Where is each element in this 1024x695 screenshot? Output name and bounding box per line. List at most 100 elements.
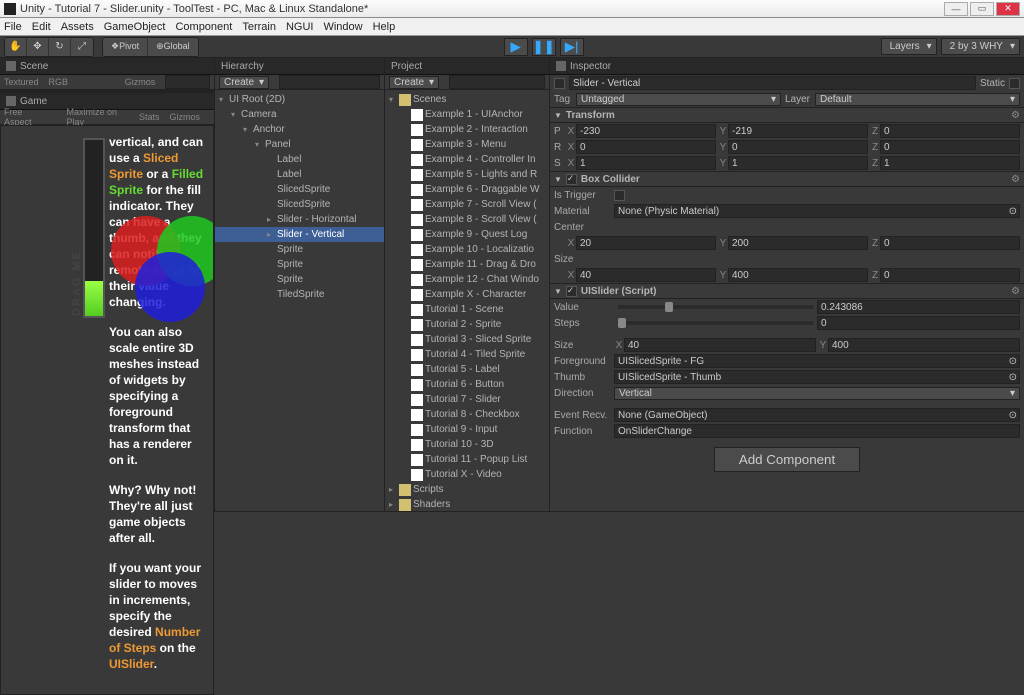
layout-dropdown[interactable]: 2 by 3 WHY [941, 38, 1020, 55]
uislider-gear-icon[interactable]: ⚙ [1011, 286, 1020, 297]
project-tree[interactable]: ▾ScenesExample 1 - UIAnchorExample 2 - I… [385, 90, 549, 511]
menu-edit[interactable]: Edit [32, 21, 51, 33]
hierarchy-item[interactable]: Sprite [215, 242, 384, 257]
hierarchy-tree[interactable]: ▾UI Root (2D)▾Camera▾Anchor▾PanelLabelLa… [215, 90, 384, 511]
hierarchy-search-input[interactable] [279, 75, 380, 89]
foreground-field[interactable]: UISlicedSprite - FG [614, 354, 1020, 368]
gameobject-active-checkbox[interactable] [554, 78, 565, 89]
project-item[interactable]: Example 2 - Interaction [385, 122, 549, 137]
value-field[interactable] [817, 300, 1020, 314]
project-item[interactable]: Example 12 - Chat Windo [385, 272, 549, 287]
hierarchy-item[interactable]: Label [215, 152, 384, 167]
hierarchy-tab[interactable]: Hierarchy [215, 58, 384, 75]
hierarchy-item[interactable]: ▸Slider - Horizontal [215, 212, 384, 227]
project-create-dropdown[interactable]: Create [389, 76, 439, 89]
rotate-tool[interactable]: ↻ [49, 38, 71, 56]
project-item[interactable]: Example X - Character [385, 287, 549, 302]
steps-slider[interactable] [618, 321, 813, 325]
thumb-field[interactable]: UISlicedSprite - Thumb [614, 370, 1020, 384]
size-z-field[interactable] [880, 268, 1020, 282]
hierarchy-item[interactable]: Sprite [215, 272, 384, 287]
menu-gameobject[interactable]: GameObject [104, 21, 166, 33]
hierarchy-item[interactable]: TiledSprite [215, 287, 384, 302]
project-item[interactable]: Example 8 - Scroll View ( [385, 212, 549, 227]
hierarchy-item[interactable]: ▾Anchor [215, 122, 384, 137]
game-view[interactable]: DRAG ME vertical, and can use a Sliced S… [0, 125, 214, 695]
hierarchy-item[interactable]: SlicedSprite [215, 197, 384, 212]
menu-file[interactable]: File [4, 21, 22, 33]
pivot-button[interactable]: ❖Pivot [103, 38, 148, 56]
hierarchy-item[interactable]: Label [215, 167, 384, 182]
pos-z-field[interactable] [880, 124, 1020, 138]
project-item[interactable]: Example 10 - Localizatio [385, 242, 549, 257]
scale-tool[interactable]: ⤢ [71, 38, 93, 56]
play-button[interactable]: ▶ [504, 38, 528, 56]
menu-assets[interactable]: Assets [61, 21, 94, 33]
uislider-header[interactable]: ▼UISlider (Script)⚙ [550, 283, 1024, 299]
value-slider[interactable] [618, 305, 813, 309]
pos-x-field[interactable] [576, 124, 716, 138]
static-checkbox[interactable] [1009, 78, 1020, 89]
center-y-field[interactable] [728, 236, 868, 250]
project-item[interactable]: Tutorial 10 - 3D [385, 437, 549, 452]
project-tab[interactable]: Project [385, 58, 549, 75]
hierarchy-item[interactable]: ▸Slider - Vertical [215, 227, 384, 242]
size-x-field[interactable] [576, 268, 716, 282]
project-item[interactable]: Tutorial X - Video [385, 467, 549, 482]
rot-y-field[interactable] [728, 140, 868, 154]
slider-size-x-field[interactable] [624, 338, 816, 352]
gameobject-name-field[interactable] [569, 76, 976, 90]
move-tool[interactable]: ✥ [27, 38, 49, 56]
project-item[interactable]: Tutorial 4 - Tiled Sprite [385, 347, 549, 362]
hierarchy-item[interactable]: ▾UI Root (2D) [215, 92, 384, 107]
project-item[interactable]: Example 1 - UIAnchor [385, 107, 549, 122]
tag-dropdown[interactable]: Untagged [576, 93, 781, 106]
transform-gear-icon[interactable]: ⚙ [1011, 110, 1020, 121]
layers-dropdown[interactable]: Layers [881, 38, 937, 55]
istrigger-checkbox[interactable] [614, 190, 625, 201]
layer-dropdown[interactable]: Default [815, 93, 1020, 106]
pause-button[interactable]: ❚❚ [532, 38, 556, 56]
steps-field[interactable] [817, 316, 1020, 330]
scale-z-field[interactable] [880, 156, 1020, 170]
pos-y-field[interactable] [728, 124, 868, 138]
boxcollider-header[interactable]: ▼Box Collider⚙ [550, 171, 1024, 187]
project-item[interactable]: Example 3 - Menu [385, 137, 549, 152]
slider-size-y-field[interactable] [828, 338, 1020, 352]
project-item[interactable]: Example 9 - Quest Log [385, 227, 549, 242]
project-item[interactable]: Example 5 - Lights and R [385, 167, 549, 182]
step-button[interactable]: ▶| [560, 38, 584, 56]
rot-x-field[interactable] [576, 140, 716, 154]
hierarchy-item[interactable]: SlicedSprite [215, 182, 384, 197]
center-z-field[interactable] [880, 236, 1020, 250]
project-item[interactable]: Example 6 - Draggable W [385, 182, 549, 197]
menu-terrain[interactable]: Terrain [242, 21, 276, 33]
size-y-field[interactable] [728, 268, 868, 282]
project-item[interactable]: Tutorial 1 - Scene [385, 302, 549, 317]
project-item[interactable]: Tutorial 6 - Button [385, 377, 549, 392]
menu-window[interactable]: Window [323, 21, 362, 33]
scene-view[interactable]: If you want your slider to moves in incr… [0, 90, 214, 92]
project-item[interactable]: Tutorial 8 - Checkbox [385, 407, 549, 422]
center-x-field[interactable] [576, 236, 716, 250]
stats-toggle[interactable]: Stats [139, 112, 160, 122]
scale-x-field[interactable] [576, 156, 716, 170]
project-item[interactable]: Tutorial 2 - Sprite [385, 317, 549, 332]
maximize-button[interactable]: ▭ [970, 2, 994, 16]
scale-y-field[interactable] [728, 156, 868, 170]
project-item[interactable]: ▸Shaders [385, 497, 549, 511]
vertical-slider-thumb[interactable] [23, 91, 43, 92]
menu-component[interactable]: Component [175, 21, 232, 33]
transform-header[interactable]: ▼Transform⚙ [550, 107, 1024, 123]
rot-z-field[interactable] [880, 140, 1020, 154]
project-item[interactable]: Example 7 - Scroll View ( [385, 197, 549, 212]
direction-dropdown[interactable]: Vertical [614, 387, 1020, 400]
hierarchy-item[interactable]: ▾Panel [215, 137, 384, 152]
project-item[interactable]: Example 4 - Controller In [385, 152, 549, 167]
menu-ngui[interactable]: NGUI [286, 21, 314, 33]
add-component-button[interactable]: Add Component [714, 447, 860, 472]
aspect-dropdown[interactable]: Free Aspect [4, 107, 47, 127]
hierarchy-create-dropdown[interactable]: Create [219, 76, 269, 89]
render-mode-dropdown[interactable]: RGB [49, 77, 69, 87]
project-item[interactable]: Tutorial 9 - Input [385, 422, 549, 437]
